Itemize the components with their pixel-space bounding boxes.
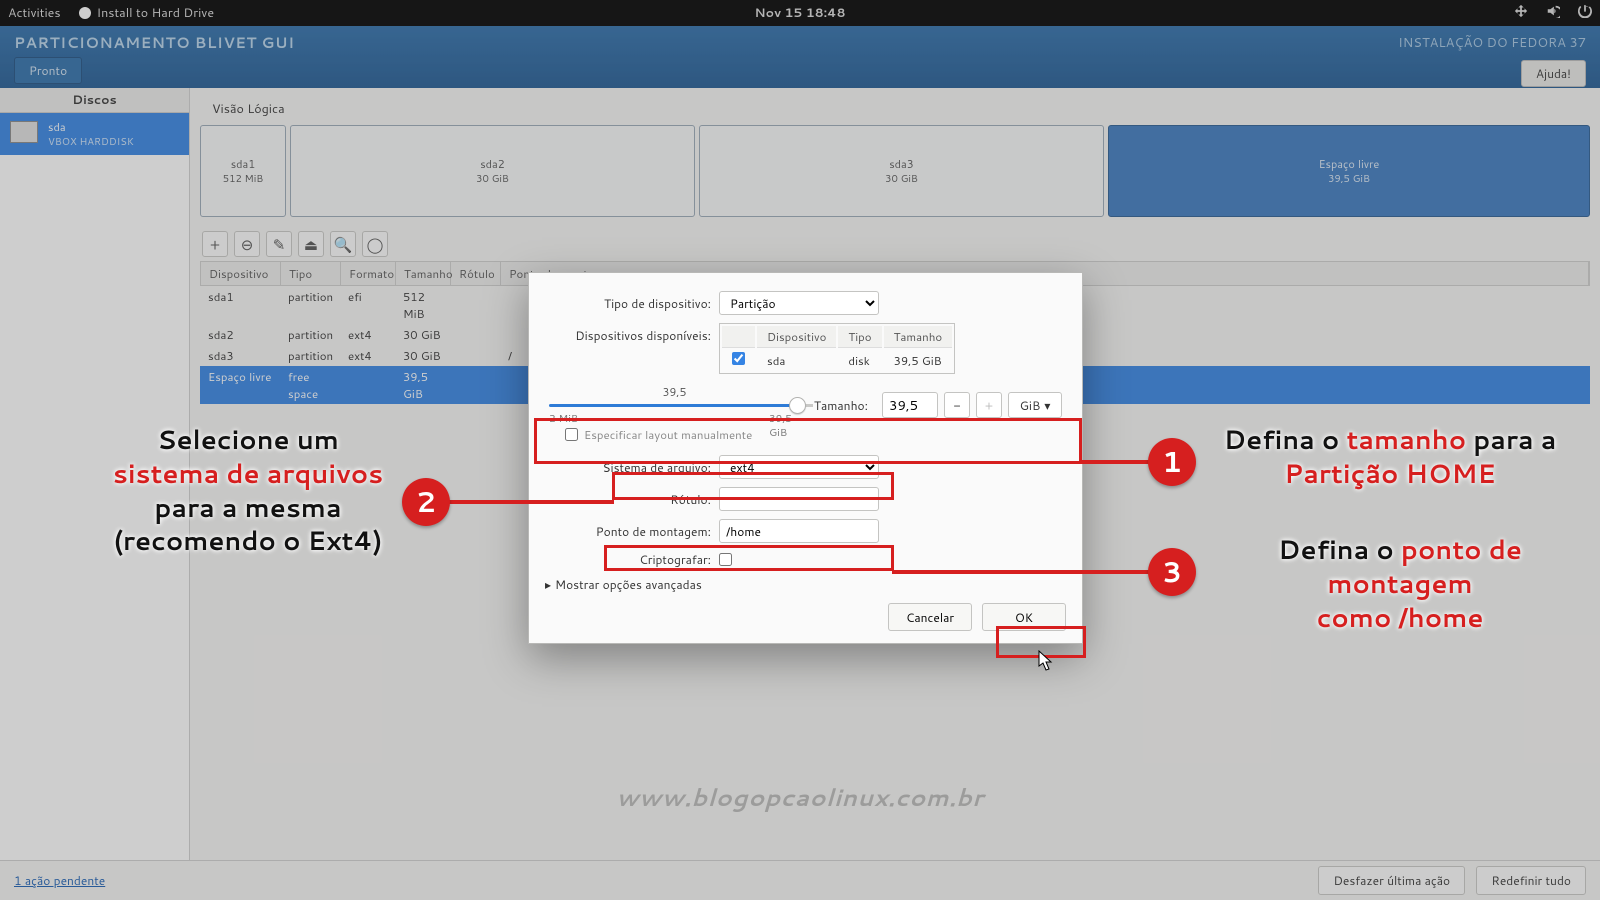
mountpoint-input[interactable] [719, 519, 879, 543]
advanced-options-toggle[interactable]: ▸ Mostrar opções avançadas [545, 576, 1066, 593]
size-increment[interactable]: + [976, 392, 1002, 418]
slider-value-label: 39,5 [662, 384, 686, 400]
manual-layout-checkbox[interactable] [565, 428, 578, 441]
label-label: Rótulo: [545, 491, 719, 508]
slider-min-label: 2 MiB [549, 412, 578, 426]
size-input[interactable] [882, 392, 938, 418]
device-type-select[interactable]: Partição [719, 291, 879, 315]
size-section: 39,5 2 MiB 39,5 GiB Tamanho: − + GiB▾ Es… [545, 382, 1066, 453]
size-decrement[interactable]: − [944, 392, 970, 418]
chevron-down-icon: ▾ [1044, 397, 1050, 414]
col-device: Dispositivo [757, 326, 836, 348]
annotation-badge-1: 1 [1148, 438, 1196, 486]
manual-layout-label: Especificar layout manualmente [584, 426, 752, 443]
triangle-right-icon: ▸ [545, 576, 551, 593]
device-row[interactable]: sda disk 39,5 GiB [722, 350, 952, 371]
devtype-label: Tipo de dispositivo: [545, 295, 719, 312]
device-checkbox[interactable] [732, 352, 745, 365]
size-unit-select[interactable]: GiB▾ [1008, 392, 1062, 418]
ok-button[interactable]: OK [982, 603, 1066, 631]
label-input[interactable] [719, 487, 879, 511]
size-label: Tamanho: [814, 397, 868, 414]
annotation-badge-2: 2 [402, 478, 450, 526]
mountpoint-label: Ponto de montagem: [545, 523, 719, 540]
annotation-badge-3: 3 [1148, 548, 1196, 596]
annotation-text-right-3: Defina o ponto de montagem como /home [1210, 534, 1590, 635]
col-size: Tamanho [884, 326, 953, 348]
annotation-line [892, 570, 1152, 574]
filesystem-label: Sistema de arquivo: [545, 459, 719, 476]
slider-max-label: 39,5 GiB [769, 412, 800, 440]
available-devices-table: Dispositivo Tipo Tamanho sda disk 39,5 G… [719, 323, 955, 374]
annotation-line [448, 500, 614, 504]
available-devices-label: Dispositivos disponíveis: [545, 323, 719, 344]
annotation-line [1082, 460, 1152, 464]
encrypt-checkbox[interactable] [719, 553, 732, 566]
add-partition-dialog: Tipo de dispositivo: Partição Dispositiv… [528, 272, 1083, 644]
annotation-text-left: Selecione um sistema de arquivos para a … [108, 424, 388, 559]
watermark-text: www.blogopcaolinux.com.br [616, 780, 983, 814]
cancel-button[interactable]: Cancelar [888, 603, 972, 631]
col-type: Tipo [838, 326, 881, 348]
encrypt-label: Criptografar: [545, 551, 719, 568]
annotation-text-right-1: Defina o tamanho para a Partição HOME [1210, 424, 1570, 492]
filesystem-select[interactable]: ext4 [719, 455, 879, 479]
size-slider[interactable]: 39,5 2 MiB 39,5 GiB [549, 388, 800, 422]
cursor-icon [1038, 650, 1054, 672]
